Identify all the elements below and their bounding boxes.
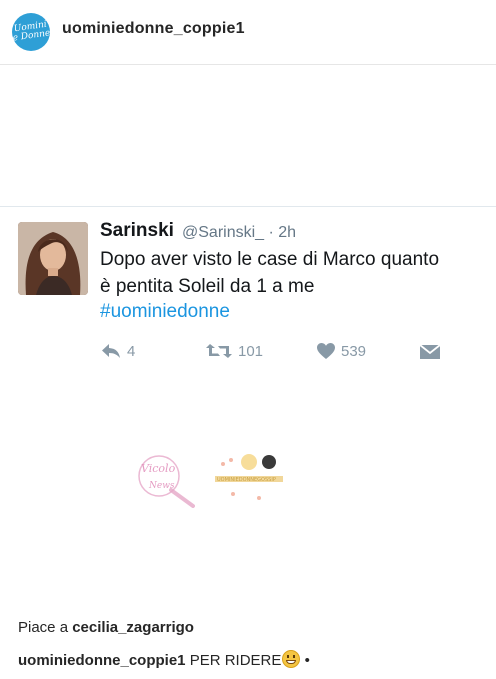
watermark-logo-icon: Vicolo News UOMINIEDONNEGOSSIP bbox=[138, 454, 283, 508]
like-action[interactable]: 539 bbox=[316, 342, 366, 360]
svg-text:News: News bbox=[148, 481, 175, 491]
tweet-divider bbox=[0, 206, 496, 207]
reply-action[interactable]: 4 bbox=[100, 342, 135, 360]
reply-icon bbox=[102, 344, 120, 358]
profile-avatar[interactable]: Uomini e Donne bbox=[12, 13, 50, 51]
svg-text:Vicolo: Vicolo bbox=[141, 462, 176, 475]
caption-text: PER RIDERE bbox=[189, 652, 282, 669]
retweet-count: 101 bbox=[238, 342, 264, 360]
svg-text:UOMINIEDONNEGOSSIP: UOMINIEDONNEGOSSIP bbox=[217, 477, 276, 483]
tweet-text: Dopo aver visto le case di Marco quanto … bbox=[100, 246, 490, 300]
envelope-icon bbox=[419, 344, 441, 359]
post-image[interactable] bbox=[0, 65, 496, 606]
post-header: Uomini e Donne uominiedonne_coppie1 bbox=[0, 0, 496, 65]
retweet-icon bbox=[206, 344, 232, 358]
like-count: 539 bbox=[341, 342, 367, 360]
post-caption: uominiedonne_coppie1 PER RIDERE • bbox=[18, 650, 310, 669]
tweet-author-handle[interactable]: @Sarinski_ · 2h bbox=[182, 224, 296, 242]
likes-line: Piace a cecilia_zagarrigo bbox=[18, 619, 194, 636]
reply-count: 4 bbox=[127, 342, 136, 360]
caption-trailing: • bbox=[304, 652, 310, 669]
caption-username[interactable]: uominiedonne_coppie1 bbox=[18, 652, 186, 669]
likes-prefix: Piace a bbox=[18, 619, 69, 636]
tweet-author-name[interactable]: Sarinski bbox=[100, 220, 174, 242]
avatar-logo-text: Uomini e Donne bbox=[12, 19, 50, 44]
retweet-action[interactable]: 101 bbox=[205, 342, 263, 360]
heart-icon bbox=[317, 343, 335, 359]
liked-by-user[interactable]: cecilia_zagarrigo bbox=[72, 619, 194, 636]
header-username[interactable]: uominiedonne_coppie1 bbox=[62, 20, 245, 38]
image-watermark: Vicolo News UOMINIEDONNEGOSSIP bbox=[133, 450, 283, 512]
tweet-text-line: è pentita Soleil da 1 a me bbox=[100, 276, 315, 297]
tweet-text-line: Dopo aver visto le case di Marco quanto bbox=[100, 249, 440, 270]
tweet-hashtag[interactable]: #uominiedonne bbox=[100, 301, 230, 323]
direct-message-action[interactable] bbox=[419, 343, 446, 360]
tweet-author-avatar bbox=[18, 222, 88, 295]
grinning-face-icon bbox=[282, 650, 301, 668]
